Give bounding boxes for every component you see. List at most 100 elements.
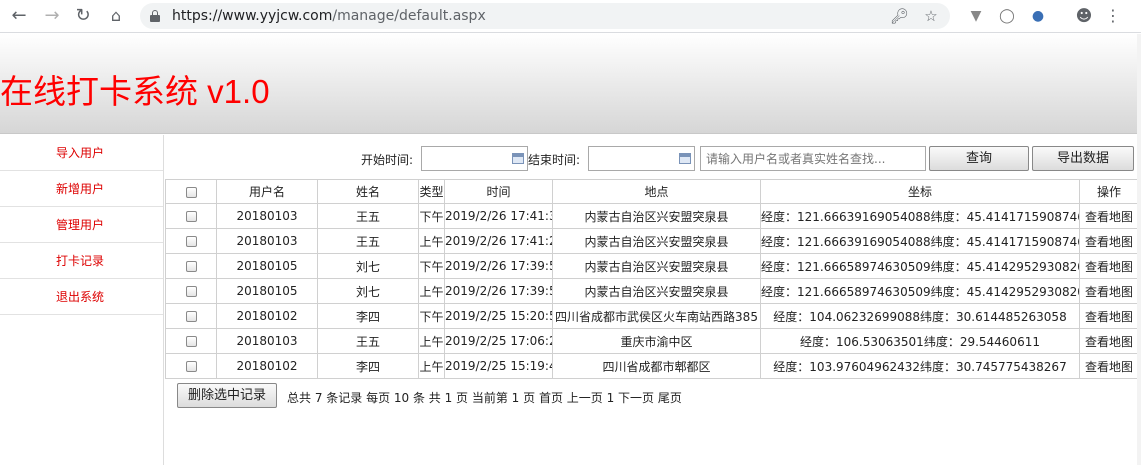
cell-location: 重庆市渝中区: [552, 328, 761, 354]
row-checkbox-cell[interactable]: [165, 203, 217, 229]
extension-circle-icon[interactable]: ◯: [997, 6, 1017, 26]
view-map-link[interactable]: 查看地图: [1079, 228, 1139, 254]
sidebar-item-checkin-records[interactable]: 打卡记录: [0, 243, 163, 279]
address-bar[interactable]: https://www.yyjcw.com/manage/default.asp…: [140, 3, 950, 29]
table-row: 20180102 李四 下午 2019/2/25 15:20:52 四川省成都市武侯区火…: [165, 303, 1139, 329]
cell-name: 刘七: [317, 278, 419, 304]
column-header: 姓名: [317, 179, 419, 204]
sidebar-item-add-user[interactable]: 新增用户: [0, 171, 163, 207]
start-time-input[interactable]: [421, 146, 528, 171]
forward-icon[interactable]: →: [42, 6, 62, 26]
extension-v-icon[interactable]: ▼: [966, 6, 986, 26]
view-map-link[interactable]: 查看地图: [1079, 203, 1139, 229]
cell-name: 李四: [317, 303, 419, 329]
filter-toolbar: 开始时间: 结束时间: 查询 导出数据: [165, 135, 1141, 178]
cell-username: 20180103: [216, 203, 318, 229]
reload-icon[interactable]: ↻: [73, 6, 93, 26]
start-time-label: 开始时间:: [361, 153, 414, 167]
account-icon[interactable]: ☻: [1074, 6, 1094, 26]
cell-coordinates: 经度：103.97604962432纬度：30.745775438267: [760, 353, 1080, 379]
cell-coordinates: 经度：121.66639169054088纬度：45.4141715908746…: [760, 203, 1080, 229]
column-header: 类型: [418, 179, 445, 204]
cell-username: 20180105: [216, 278, 318, 304]
column-header: 操作: [1079, 179, 1139, 204]
cell-username: 20180103: [216, 228, 318, 254]
header-banner: 在线打卡系统 v1.0: [0, 34, 1141, 134]
row-checkbox-cell[interactable]: [165, 328, 217, 354]
column-header: 坐标: [760, 179, 1080, 204]
pagination-text: 总共 7 条记录 每页 10 条 共 1 页 当前第 1 页 首页 上一页 1 …: [287, 391, 682, 405]
sidebar-item-logout[interactable]: 退出系统: [0, 279, 163, 315]
cell-name: 王五: [317, 203, 419, 229]
view-map-link[interactable]: 查看地图: [1079, 253, 1139, 279]
cell-type: 下午: [418, 253, 445, 279]
cell-name: 王五: [317, 328, 419, 354]
select-all-checkbox[interactable]: [185, 186, 197, 198]
cell-username: 20180102: [216, 353, 318, 379]
table-row: 20180103 王五 上午 2019/2/25 17:06:29 重庆市渝中区 经度：1…: [165, 328, 1139, 354]
sidebar: 导入用户 新增用户 管理用户 打卡记录 退出系统: [0, 135, 164, 465]
cell-type: 下午: [418, 303, 445, 329]
table-row: 20180102 李四 上午 2019/2/25 15:19:48 四川省成都市郫都区经…: [165, 353, 1139, 379]
cell-location: 四川省成都市武侯区火车南站西路385: [552, 303, 761, 329]
row-checkbox-cell[interactable]: [165, 228, 217, 254]
row-checkbox[interactable]: [185, 361, 197, 372]
row-checkbox[interactable]: [185, 336, 197, 347]
cell-coordinates: 经度：121.66658974630509纬度：45.4142952930820…: [760, 278, 1080, 304]
lock-icon: [150, 10, 160, 22]
table-row: 20180103 王五 上午 2019/2/26 17:41:28 内蒙古自治区兴安盟突…: [165, 228, 1139, 254]
home-icon[interactable]: ⌂: [106, 6, 126, 26]
menu-icon[interactable]: ⋮: [1103, 6, 1123, 26]
cell-time: 2019/2/25 15:20:52: [444, 303, 553, 329]
key-icon[interactable]: 🔑︎: [890, 7, 909, 25]
cell-username: 20180102: [216, 303, 318, 329]
table-row: 20180105 刘七 下午 2019/2/26 17:39:55 内蒙古自治区兴安盟突…: [165, 253, 1139, 279]
select-all-checkbox-cell[interactable]: [165, 179, 217, 204]
row-checkbox-cell[interactable]: [165, 353, 217, 379]
view-map-link[interactable]: 查看地图: [1079, 328, 1139, 354]
cell-coordinates: 经度：121.66639169054088纬度：45.4141715908746…: [760, 228, 1080, 254]
cell-name: 刘七: [317, 253, 419, 279]
cell-type: 上午: [418, 328, 445, 354]
export-button[interactable]: 导出数据: [1032, 146, 1134, 171]
row-checkbox[interactable]: [185, 286, 197, 297]
cell-type: 下午: [418, 203, 445, 229]
row-checkbox-cell[interactable]: [165, 253, 217, 279]
end-time-input[interactable]: [588, 146, 695, 171]
sidebar-item-manage-users[interactable]: 管理用户: [0, 207, 163, 243]
back-icon[interactable]: ←: [9, 6, 29, 26]
view-map-link[interactable]: 查看地图: [1079, 303, 1139, 329]
view-map-link[interactable]: 查看地图: [1079, 278, 1139, 304]
row-checkbox-cell[interactable]: [165, 303, 217, 329]
cell-type: 上午: [418, 228, 445, 254]
cell-username: 20180103: [216, 328, 318, 354]
page-title: 在线打卡系统 v1.0: [0, 73, 270, 110]
row-checkbox[interactable]: [185, 261, 197, 272]
row-checkbox[interactable]: [185, 311, 197, 322]
star-icon[interactable]: ☆: [922, 7, 940, 25]
cell-location: 内蒙古自治区兴安盟突泉县: [552, 228, 761, 254]
row-checkbox[interactable]: [185, 236, 197, 247]
calendar-icon[interactable]: [679, 153, 691, 164]
cell-name: 李四: [317, 353, 419, 379]
cell-time: 2019/2/26 17:41:30: [444, 203, 553, 229]
search-input[interactable]: [700, 146, 926, 171]
row-checkbox[interactable]: [185, 211, 197, 222]
cell-type: 上午: [418, 278, 445, 304]
cell-location: 内蒙古自治区兴安盟突泉县: [552, 278, 761, 304]
column-header: 地点: [552, 179, 761, 204]
sidebar-item-import-users[interactable]: 导入用户: [0, 135, 163, 171]
cell-coordinates: 经度：104.06232699088纬度：30.614485263058: [760, 303, 1080, 329]
end-time-label: 结束时间:: [528, 153, 581, 167]
row-checkbox-cell[interactable]: [165, 278, 217, 304]
table-row: 20180103 王五 下午 2019/2/26 17:41:30 内蒙古自治区兴安盟突…: [165, 203, 1139, 229]
url-text: https://www.yyjcw.com/manage/default.asp…: [172, 8, 486, 24]
scrollbar[interactable]: [1137, 34, 1141, 465]
view-map-link[interactable]: 查看地图: [1079, 353, 1139, 379]
cell-coordinates: 经度：106.53063501纬度：29.54460611: [760, 328, 1080, 354]
search-button[interactable]: 查询: [929, 146, 1029, 171]
table-header-row: 用户名 姓名 类型 时间 地点 坐标 操作: [165, 179, 1139, 204]
delete-selected-button[interactable]: 删除选中记录: [177, 383, 277, 408]
calendar-icon[interactable]: [512, 153, 524, 164]
extension-blue-icon[interactable]: ●: [1028, 6, 1048, 26]
